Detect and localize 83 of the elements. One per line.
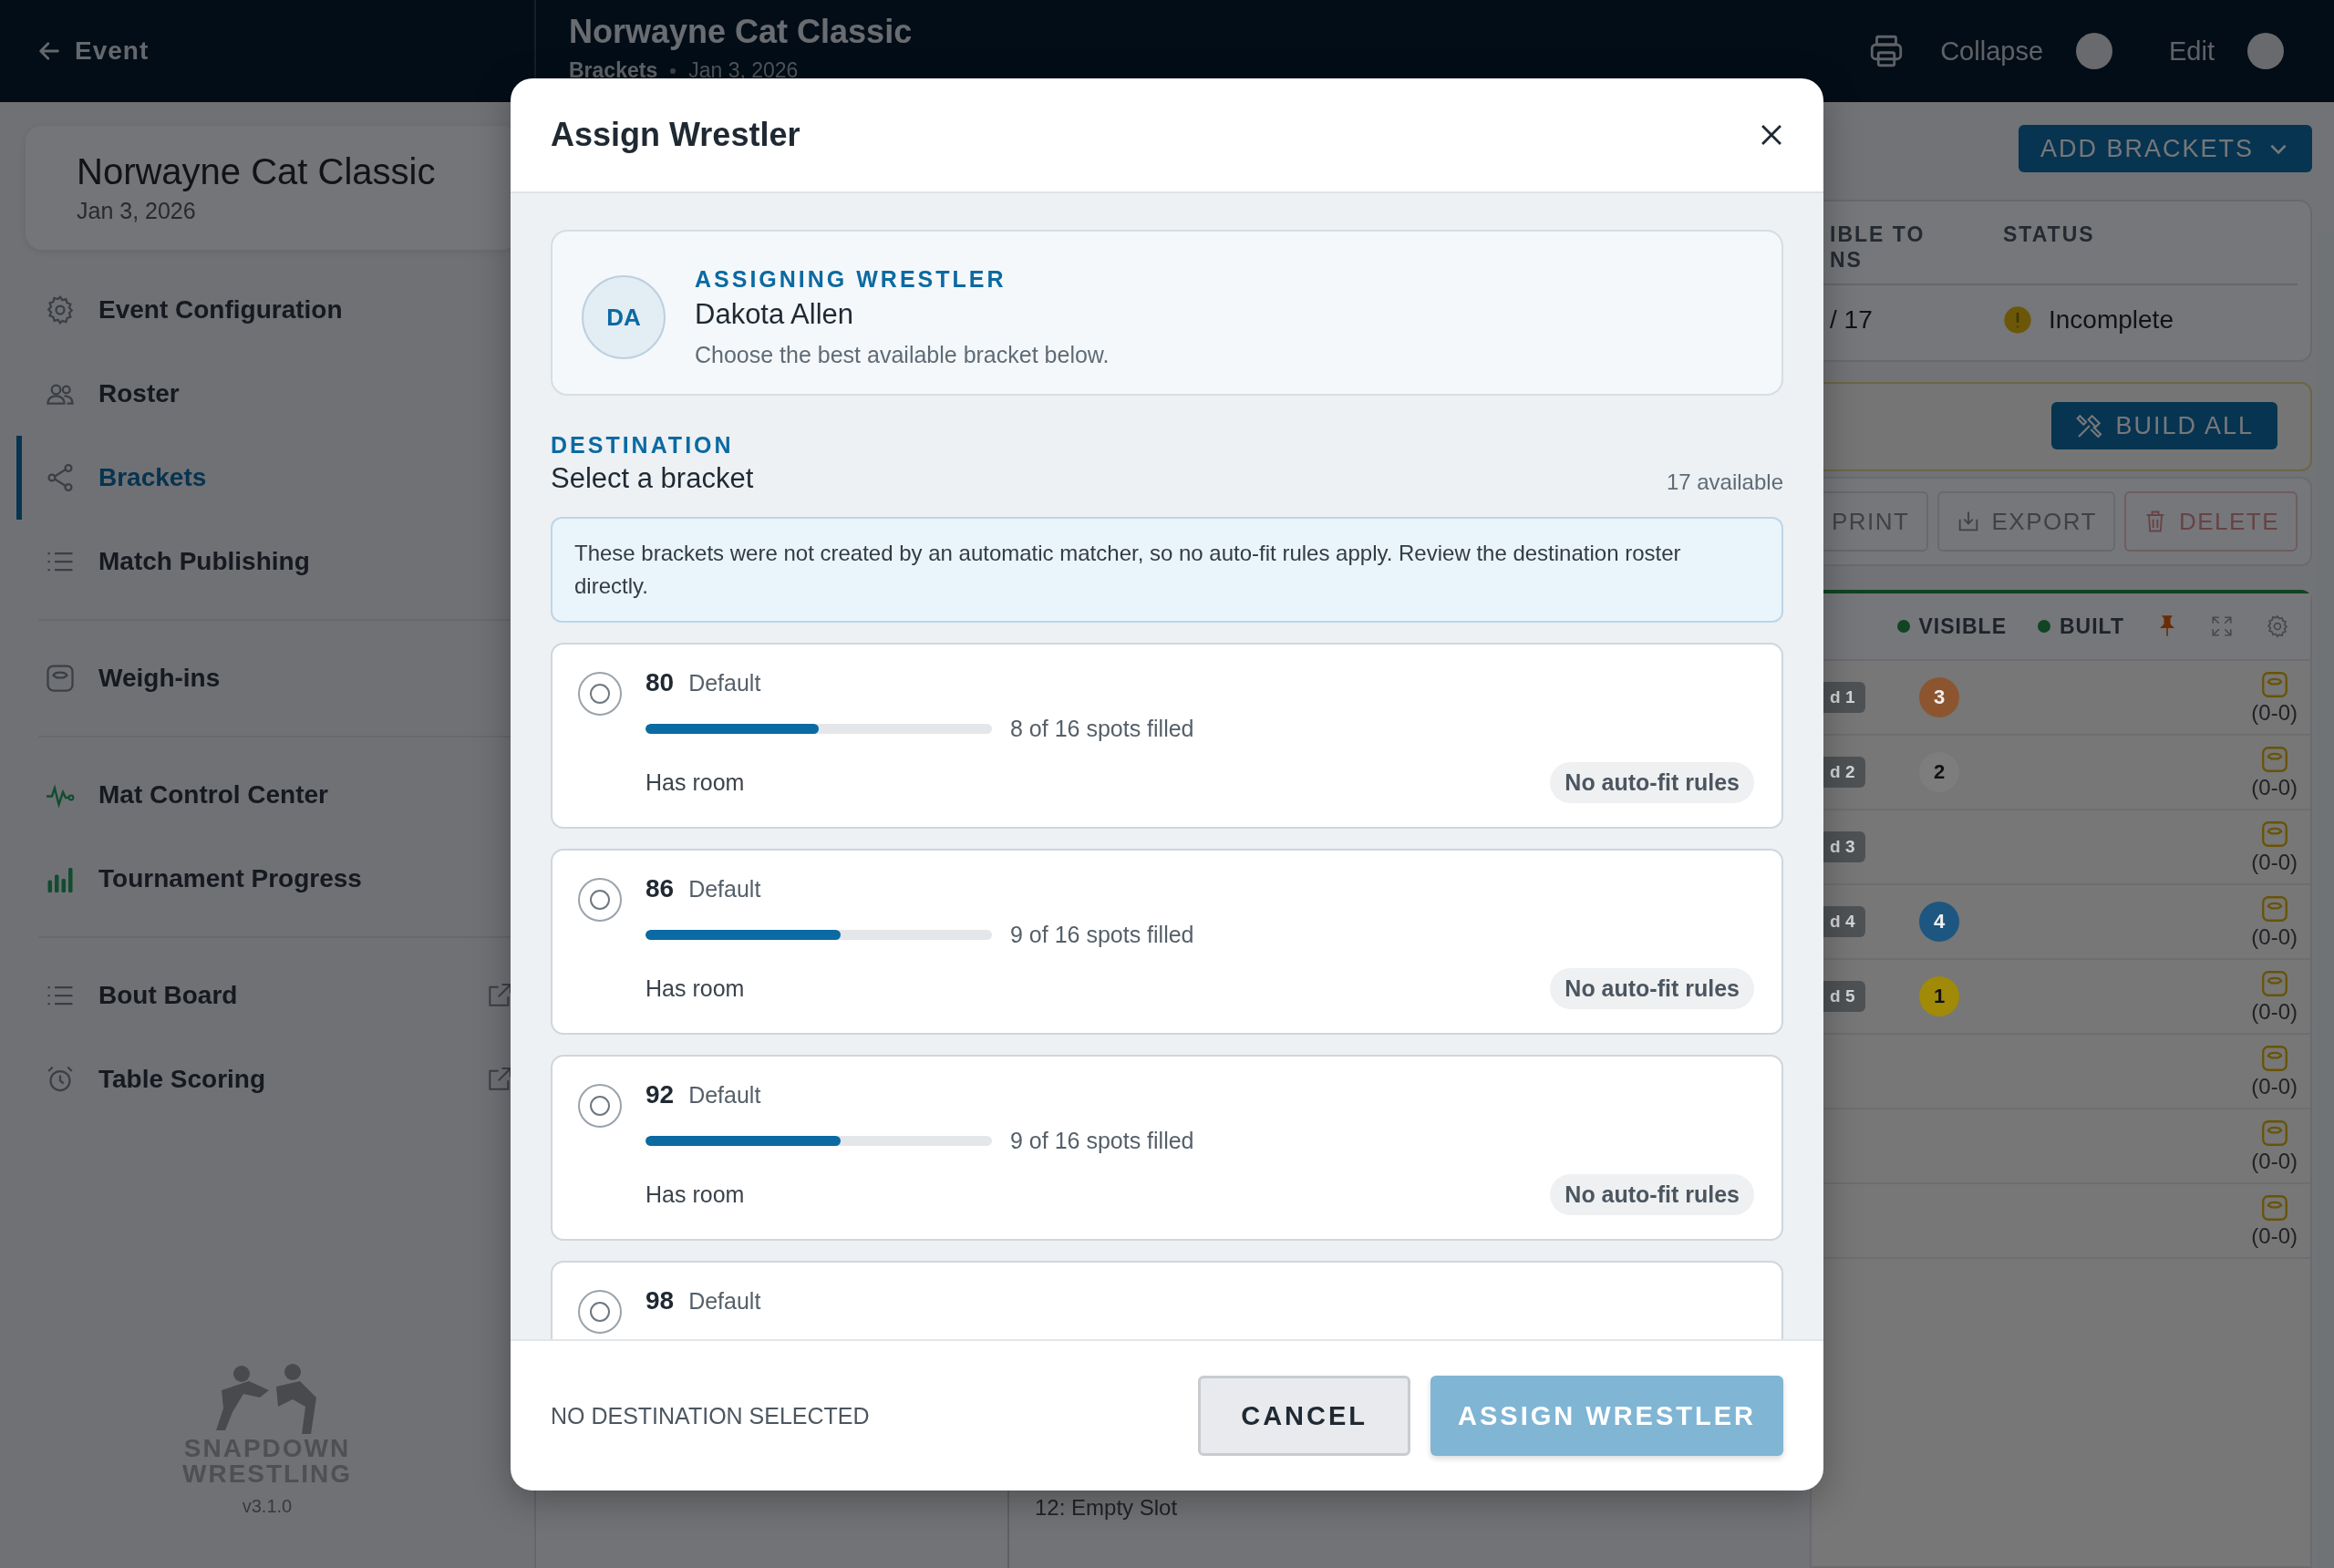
bracket-slot: 12: Empty Slot xyxy=(1035,1495,1178,1520)
build-all-button[interactable]: BUILD ALL xyxy=(2051,402,2277,449)
status-dot-icon xyxy=(2038,620,2050,633)
weight-class: 80 xyxy=(645,668,675,697)
column-header: STATUS xyxy=(2003,222,2096,248)
spots-filled: 9 of 16 spots filled xyxy=(1010,922,1194,948)
toggle-switch[interactable] xyxy=(2076,33,2112,69)
place-badge: 2 xyxy=(1919,752,1959,792)
place-badge: 3 xyxy=(1919,677,1959,717)
status-dot-icon xyxy=(1896,620,1910,633)
record-text: (0-0) xyxy=(2251,775,2298,800)
rules-tag: No auto-fit rules xyxy=(1550,762,1754,803)
dialog-title: Assign Wrestler xyxy=(551,116,800,154)
nav-item[interactable]: Mat Control Center xyxy=(16,753,518,837)
version-label: v3.1.0 xyxy=(242,1496,293,1517)
settings-icon[interactable] xyxy=(2265,614,2290,639)
scale-icon xyxy=(44,662,77,695)
breadcrumb-section: Brackets xyxy=(569,58,658,83)
record-text: (0-0) xyxy=(2251,924,2298,950)
spots-filled: 9 of 16 spots filled xyxy=(1010,1128,1194,1154)
radio-button[interactable] xyxy=(578,1290,622,1334)
record-text: (0-0) xyxy=(2251,1149,2298,1174)
room-status: Has room xyxy=(645,1181,745,1208)
bracket-type: Default xyxy=(688,670,761,696)
radio-button[interactable] xyxy=(578,672,622,716)
nav-item[interactable]: Bout Board xyxy=(16,954,518,1037)
place-badge: 4 xyxy=(1919,902,1959,942)
back-link[interactable]: Event xyxy=(36,36,150,66)
record-text: (0-0) xyxy=(2251,999,2298,1025)
bracket-option[interactable]: 80 Default 8 of 16 spots filled Has room No auto-fit rules xyxy=(551,643,1783,829)
legend-label: VISIBLE xyxy=(1918,614,2007,639)
section-label: ASSIGNING WRESTLER xyxy=(695,266,1007,293)
bracket-type: Default xyxy=(688,1082,761,1109)
record-text: (0-0) xyxy=(2251,1074,2298,1099)
bracket-type: Default xyxy=(688,1288,761,1315)
record-text: (0-0) xyxy=(2251,850,2298,875)
record-text: (0-0) xyxy=(2251,700,2298,726)
section-label: DESTINATION xyxy=(551,432,735,459)
add-brackets-button[interactable]: ADD BRACKETS xyxy=(2018,125,2312,172)
bracket-option[interactable]: 98 Default xyxy=(551,1261,1783,1339)
nav-item[interactable]: Roster xyxy=(16,352,518,436)
avatar: DA xyxy=(582,275,666,359)
room-status: Has room xyxy=(645,769,745,796)
wrestler-name: Dakota Allen xyxy=(695,298,855,331)
toggle-label: Collapse xyxy=(1940,36,2043,67)
record-text: (0-0) xyxy=(2251,1223,2298,1249)
bracket-option[interactable]: 92 Default 9 of 16 spots filled Has room No auto-fit rules xyxy=(551,1055,1783,1241)
warning-icon xyxy=(2003,305,2032,335)
rules-tag: No auto-fit rules xyxy=(1550,968,1754,1009)
weight-class: 98 xyxy=(645,1286,675,1315)
toggle-switch[interactable] xyxy=(2247,33,2284,69)
event-title: Norwayne Cat Classic xyxy=(569,13,913,51)
expand-icon[interactable] xyxy=(2210,614,2234,638)
selection-status: NO DESTINATION SELECTED xyxy=(551,1402,870,1429)
separator-dot-icon xyxy=(670,67,676,74)
toggle-label: Edit xyxy=(2169,36,2215,67)
bracket-type: Default xyxy=(688,876,761,903)
place-badge: 1 xyxy=(1919,976,1959,1016)
nav-item[interactable]: Tournament Progress xyxy=(16,837,518,921)
nav-item[interactable]: Match Publishing xyxy=(16,520,518,603)
nav-item[interactable]: Weigh-ins xyxy=(16,636,518,720)
info-notice: These brackets were not created by an automatic matcher, so no auto-fit rules apply. Review the destination roster directly. xyxy=(551,517,1783,623)
rules-tag: No auto-fit rules xyxy=(1550,1174,1754,1215)
weight-class: 92 xyxy=(645,1080,675,1109)
table-cell-text: / 17 xyxy=(1830,305,1874,335)
event-date: Jan 3, 2026 xyxy=(77,198,197,224)
spots-filled: 8 of 16 spots filled xyxy=(1010,716,1194,742)
event-name: Norwayne Cat Classic xyxy=(77,151,437,192)
status-text: Incomplete xyxy=(2049,305,2174,335)
hint-text: Choose the best available bracket below. xyxy=(695,342,1110,368)
event-date: Jan 3, 2026 xyxy=(688,58,799,83)
column-header: IBLE TO NS xyxy=(1830,222,1926,273)
radio-button[interactable] xyxy=(578,1084,622,1128)
nav-item[interactable]: Table Scoring xyxy=(16,1037,518,1121)
room-status: Has room xyxy=(645,975,745,1002)
weight-class: 86 xyxy=(645,874,675,903)
available-count: 17 available xyxy=(1666,469,1783,495)
nav-item[interactable]: Event Configuration xyxy=(16,268,518,352)
bracket-option[interactable]: 86 Default 9 of 16 spots filled Has room No auto-fit rules xyxy=(551,849,1783,1035)
legend-label: BUILT xyxy=(2060,614,2124,639)
section-title: Select a bracket xyxy=(551,462,754,495)
radio-button[interactable] xyxy=(578,878,622,922)
cancel-button[interactable]: CANCEL xyxy=(1198,1376,1411,1456)
